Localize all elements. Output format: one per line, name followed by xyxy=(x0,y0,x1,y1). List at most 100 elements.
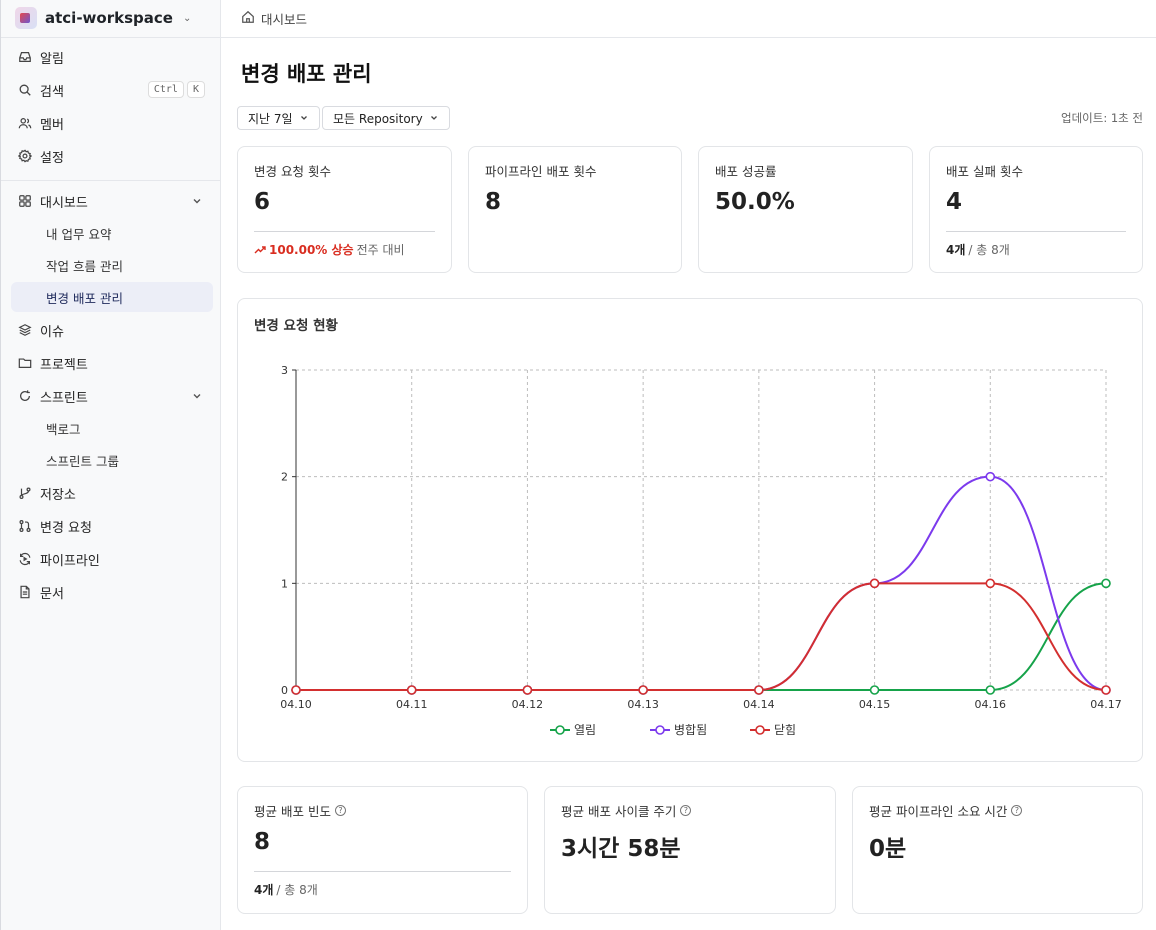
sidebar-item-label: 파이프라인 xyxy=(40,553,100,569)
stat-value: 50.0% xyxy=(715,189,795,215)
help-icon[interactable]: ? xyxy=(680,805,692,816)
sidebar-item-sprint-group[interactable]: 스프린트 그룹 xyxy=(11,445,213,475)
pipeline-icon xyxy=(18,552,32,566)
foot-total: / 총 8개 xyxy=(968,243,1010,257)
legend-label: 닫힘 xyxy=(774,723,796,737)
trend-up: 100.00% 상승 xyxy=(254,241,354,258)
sidebar-item-label: 대시보드 xyxy=(40,195,88,211)
line-chart: 0 1 2 3 04.10 04.11 04.12 04.13 04.14 04.15 04.16 0… xyxy=(280,364,1122,737)
sidebar-item-docs[interactable]: 문서 xyxy=(11,577,213,607)
stat-card-avg-deploy-frequency: 평균 배포 빈도 ? 8 4개 / 총 8개 xyxy=(237,786,528,914)
help-icon[interactable]: ? xyxy=(334,805,346,816)
last-updated: 업데이트: 1초 전 xyxy=(1061,111,1143,125)
data-point xyxy=(638,685,648,695)
inbox-icon xyxy=(18,50,32,64)
sidebar-item-search[interactable]: 검색 Ctrl K xyxy=(11,75,213,105)
y-tick-label: 1 xyxy=(281,577,288,590)
stat-label: 평균 배포 사이클 주기 ? xyxy=(561,801,692,820)
sidebar-item-label: 문서 xyxy=(40,586,64,602)
period-select[interactable]: 지난 7일 xyxy=(237,106,320,130)
divider xyxy=(254,231,435,232)
foot-count: 4개 xyxy=(254,883,274,897)
kbd-k: K xyxy=(186,81,205,98)
workspace-switcher[interactable]: atci-workspace ⌄ xyxy=(15,6,215,30)
chevron-down-icon xyxy=(193,394,201,399)
sidebar-item-change-deploy[interactable]: 변경 배포 관리 xyxy=(11,282,213,312)
folder-icon xyxy=(18,356,32,370)
breadcrumb-dashboard[interactable]: 대시보드 xyxy=(261,9,307,28)
stat-card-avg-pipeline-time: 평균 파이프라인 소요 시간 ? 0분 xyxy=(852,786,1143,914)
sidebar-item-repository[interactable]: 저장소 xyxy=(11,478,213,508)
legend-label: 열림 xyxy=(574,723,596,737)
chevron-down-icon xyxy=(300,116,307,120)
sidebar-item-dashboard[interactable]: 대시보드 xyxy=(11,186,213,216)
sidebar-item-label: 설정 xyxy=(40,150,64,166)
x-tick-label: 04.10 xyxy=(280,698,312,711)
stat-value: 6 xyxy=(254,189,271,215)
sidebar-item-sprint[interactable]: 스프린트 xyxy=(11,381,213,411)
stat-card-success-rate: 배포 성공률 50.0% xyxy=(698,146,913,273)
sidebar-item-label: 이슈 xyxy=(40,324,64,340)
y-tick-label: 2 xyxy=(281,471,288,484)
sidebar-item-issues[interactable]: 이슈 xyxy=(11,315,213,345)
stat-card-avg-cycle-time: 평균 배포 사이클 주기 ? 3시간 58분 xyxy=(544,786,836,914)
sidebar-item-my-summary[interactable]: 내 업무 요약 xyxy=(11,218,213,248)
sidebar-item-workflow[interactable]: 작업 흐름 관리 xyxy=(11,250,213,280)
stat-value: 3시간 58분 xyxy=(561,836,681,862)
data-point xyxy=(1101,578,1111,589)
sidebar-item-notifications[interactable]: 알림 xyxy=(11,42,213,72)
stat-trend: 100.00% 상승 전주 대비 xyxy=(254,241,405,258)
sidebar: atci-workspace ⌄ 알림 검색 Ctrl K 멤버 설정 대시보드… xyxy=(0,0,221,930)
x-tick-label: 04.11 xyxy=(396,698,428,711)
stat-label-text: 평균 배포 사이클 주기 xyxy=(561,804,677,819)
sidebar-item-pipeline[interactable]: 파이프라인 xyxy=(11,544,213,574)
sidebar-item-label: 검색 xyxy=(40,84,64,100)
help-icon[interactable]: ? xyxy=(1011,805,1023,816)
stat-card-change-requests: 변경 요청 횟수 6 100.00% 상승 전주 대비 xyxy=(237,146,452,273)
trending-up-icon xyxy=(254,245,266,253)
x-tick-label: 04.17 xyxy=(1090,698,1122,711)
sidebar-item-label: 멤버 xyxy=(40,117,64,133)
trend-note: 전주 대비 xyxy=(356,243,405,257)
stat-label: 파이프라인 배포 횟수 xyxy=(485,164,597,179)
branch-icon xyxy=(18,486,32,500)
stat-label: 변경 요청 횟수 xyxy=(254,164,331,179)
stat-card-pipeline-deploys: 파이프라인 배포 횟수 8 xyxy=(468,146,682,273)
x-tick-label: 04.14 xyxy=(743,698,775,711)
repository-select-value: 모든 Repository xyxy=(333,111,423,126)
sidebar-item-backlog[interactable]: 백로그 xyxy=(11,413,213,443)
sidebar-item-projects[interactable]: 프로젝트 xyxy=(11,348,213,378)
stat-foot: 4개 / 총 8개 xyxy=(254,881,318,898)
stat-value: 8 xyxy=(485,189,502,215)
x-tick-label: 04.12 xyxy=(512,698,544,711)
legend-marker xyxy=(755,725,765,735)
stat-foot: 4개 / 총 8개 xyxy=(946,241,1010,258)
x-tick-label: 04.13 xyxy=(627,698,659,711)
data-point xyxy=(985,471,996,482)
sidebar-item-settings[interactable]: 설정 xyxy=(11,141,213,171)
repository-select[interactable]: 모든 Repository xyxy=(322,106,450,130)
data-point xyxy=(869,685,880,695)
data-point xyxy=(406,685,417,695)
y-tick-label: 0 xyxy=(281,684,288,697)
gear-icon xyxy=(18,149,32,163)
stat-label: 평균 파이프라인 소요 시간 ? xyxy=(869,801,1023,820)
sidebar-item-label: 알림 xyxy=(40,51,64,67)
stat-value: 4 xyxy=(946,189,963,215)
y-tick-label: 3 xyxy=(281,364,288,377)
data-point xyxy=(985,578,996,589)
chevron-down-icon xyxy=(430,116,437,120)
sidebar-item-members[interactable]: 멤버 xyxy=(11,108,213,138)
kbd-ctrl: Ctrl xyxy=(147,81,184,98)
data-point xyxy=(522,685,533,695)
document-icon xyxy=(18,585,32,599)
divider xyxy=(946,231,1126,232)
data-point xyxy=(1101,685,1111,695)
sidebar-item-change-request[interactable]: 변경 요청 xyxy=(11,511,213,541)
stat-value: 8 xyxy=(254,829,271,855)
legend-marker xyxy=(555,725,565,735)
data-point xyxy=(754,685,764,695)
sidebar-item-label: 저장소 xyxy=(40,487,76,503)
chevron-down-icon xyxy=(193,199,201,204)
stat-label: 배포 성공률 xyxy=(715,164,777,179)
